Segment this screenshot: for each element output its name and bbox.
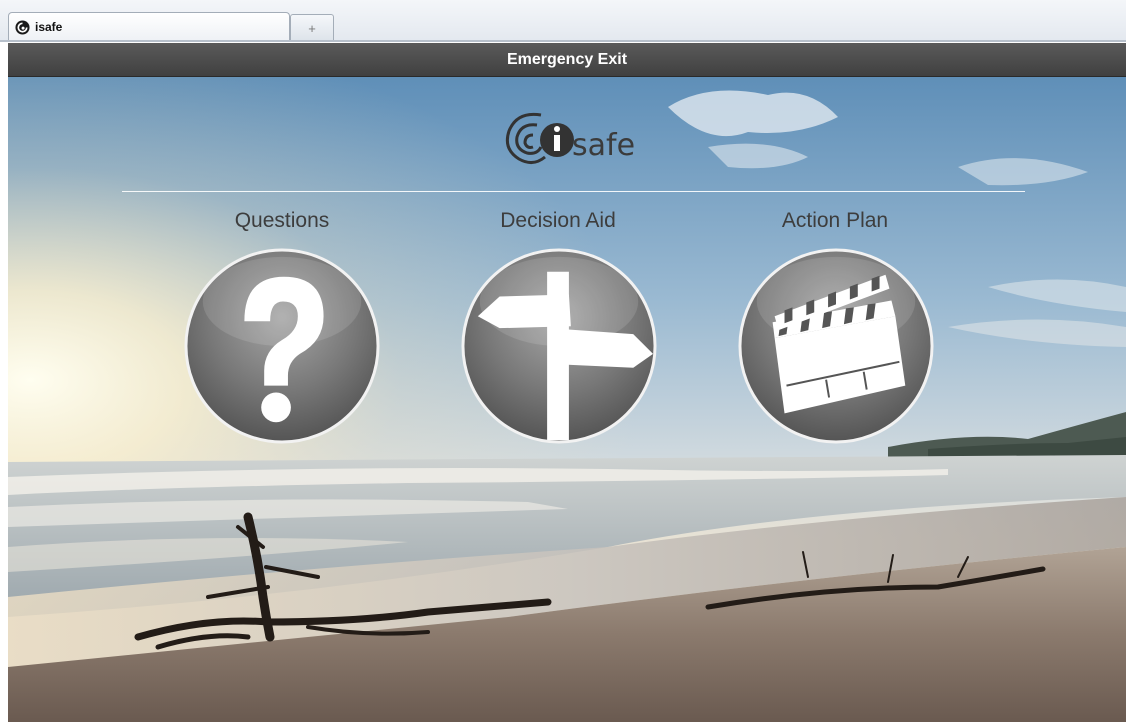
action-plan-label: Action Plan (781, 209, 889, 232)
new-tab-button[interactable]: + (290, 14, 334, 41)
questions-label: Questions (234, 209, 330, 232)
decision-aid-button[interactable] (460, 247, 658, 445)
emergency-exit-label: Emergency Exit (506, 50, 628, 68)
browser-tab-bar: isafe + (0, 0, 1126, 42)
isafe-favicon-icon (15, 19, 30, 35)
header-divider (122, 191, 1025, 192)
plus-icon: + (308, 20, 316, 36)
logo-wordmark: safe (572, 128, 636, 163)
questions-button[interactable] (183, 247, 381, 445)
tab-isafe[interactable]: isafe (8, 12, 290, 41)
tab-strip-border (0, 40, 1126, 42)
decision-aid-label: Decision Aid (500, 209, 616, 232)
emergency-exit-button[interactable]: Emergency Exit (8, 43, 1126, 77)
tab-title: isafe (35, 20, 63, 34)
action-plan-button[interactable] (737, 247, 935, 445)
